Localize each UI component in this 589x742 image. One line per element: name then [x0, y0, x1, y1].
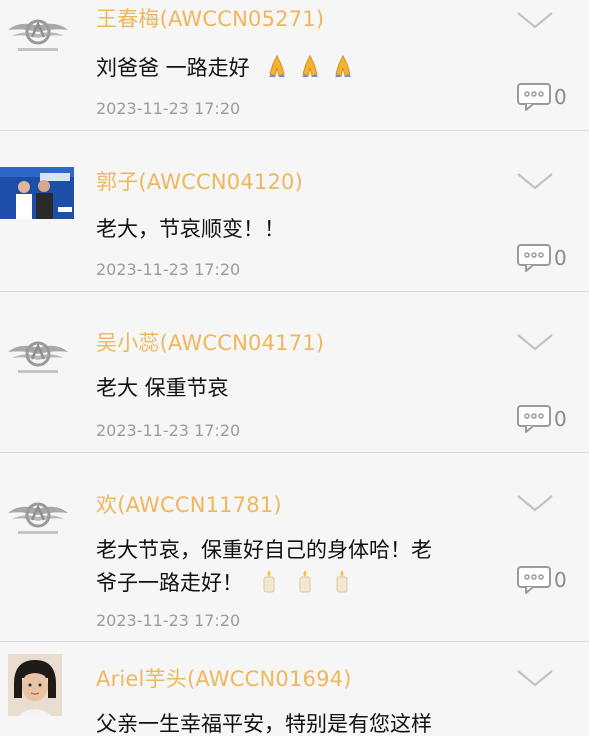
comment-date: 2023-11-23 17:20 [96, 421, 241, 440]
reply-count: 0 [554, 85, 567, 109]
commenter-name[interactable]: 王春梅(AWCCN05271) [96, 3, 324, 33]
reply-button[interactable]: 0 [516, 565, 576, 595]
chevron-down-icon[interactable] [515, 330, 555, 354]
chevron-down-icon[interactable] [515, 8, 555, 32]
comment-list: 王春梅(AWCCN05271) 刘爸爸 一路走好 2023-11-23 17:2… [0, 0, 589, 742]
comment-text-content: 刘爸爸 一路走好 [96, 56, 250, 80]
reply-count: 0 [554, 246, 567, 270]
comment-text: 刘爸爸 一路走好 [96, 52, 506, 85]
reply-button[interactable]: 0 [516, 82, 576, 112]
awc-logo-icon[interactable] [2, 491, 74, 543]
commenter-name[interactable]: Ariel芋头(AWCCN01694) [96, 663, 352, 693]
comment-text-line: 爷子一路走好！ [96, 567, 506, 600]
commenter-name[interactable]: 欢(AWCCN11781) [96, 489, 282, 519]
reply-button[interactable]: 0 [516, 404, 576, 434]
comment-item: 郭子(AWCCN04120) 老大，节哀顺变！！ 2023-11-23 17:2… [0, 131, 589, 292]
comment-bubble-icon [517, 405, 551, 433]
reply-button[interactable]: 0 [516, 243, 576, 273]
chevron-down-icon[interactable] [515, 666, 555, 690]
awc-logo-icon[interactable] [2, 8, 74, 60]
commenter-name[interactable]: 郭子(AWCCN04120) [96, 166, 303, 196]
awc-logo-icon[interactable] [2, 330, 74, 382]
comment-bubble-icon [517, 83, 551, 111]
reply-count: 0 [554, 407, 567, 431]
comment-item: 王春梅(AWCCN05271) 刘爸爸 一路走好 2023-11-23 17:2… [0, 0, 589, 131]
comment-text: 老大 保重节哀 [96, 376, 229, 400]
pray-emoji-icon [256, 54, 353, 80]
comment-item: Ariel芋头(AWCCN01694) 父亲一生幸福平安，特别是有您这样 [0, 642, 589, 742]
commenter-name[interactable]: 吴小蕊(AWCCN04171) [96, 327, 324, 357]
comment-item: 欢(AWCCN11781) 老大节哀，保重好自己的身体哈！老 爷子一路走好！ 2… [0, 453, 589, 642]
candle-emoji-icon [250, 570, 353, 595]
comment-date: 2023-11-23 17:20 [96, 99, 241, 118]
reply-count: 0 [554, 568, 567, 592]
avatar[interactable] [0, 167, 74, 219]
comment-text: 老大节哀，保重好自己的身体哈！老 爷子一路走好！ [96, 534, 506, 600]
comment-text: 老大，节哀顺变！！ [96, 217, 285, 241]
chevron-down-icon[interactable] [515, 491, 555, 515]
avatar[interactable] [8, 654, 62, 716]
comment-date: 2023-11-23 17:20 [96, 260, 241, 279]
comment-text-content: 爷子一路走好！ [96, 571, 243, 595]
comment-item: 吴小蕊(AWCCN04171) 老大 保重节哀 2023-11-23 17:20… [0, 292, 589, 453]
comment-bubble-icon [517, 244, 551, 272]
comment-text-line: 老大节哀，保重好自己的身体哈！老 [96, 538, 432, 562]
comment-date: 2023-11-23 17:20 [96, 611, 241, 630]
chevron-down-icon[interactable] [515, 169, 555, 193]
comment-bubble-icon [517, 566, 551, 594]
bottom-edge [0, 736, 589, 742]
